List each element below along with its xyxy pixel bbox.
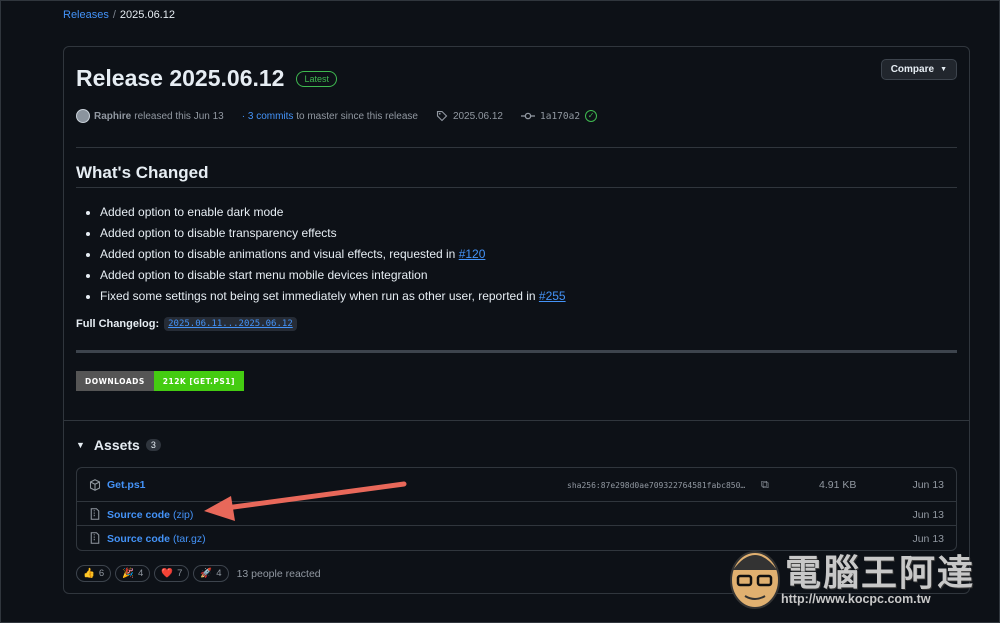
change-text: Added option to disable animations and v… xyxy=(100,247,459,261)
compare-button[interactable]: Compare ▼ xyxy=(880,59,957,80)
list-item: Added option to enable dark mode xyxy=(100,202,566,223)
asset-sha: sha256:87e298d0ae709322764581fabc850… xyxy=(567,480,746,490)
asset-size: 4.91 KB xyxy=(819,479,857,491)
changes-list: Added option to enable dark mode Added o… xyxy=(100,202,566,307)
downloads-badge-label: DOWNLOADS xyxy=(76,371,154,391)
reaction-hooray[interactable]: 🎉 4 xyxy=(115,565,151,582)
watermark-text: 電腦王阿達 xyxy=(785,552,976,593)
asset-ext: (zip) xyxy=(172,508,194,521)
file-zip-icon xyxy=(90,508,100,520)
asset-name: Source code xyxy=(107,532,171,545)
assets-toggle[interactable]: ▼ Assets 3 xyxy=(76,437,161,453)
list-item: Added option to disable start menu mobil… xyxy=(100,265,566,286)
divider xyxy=(64,420,969,421)
change-text: Added option to disable transparency eff… xyxy=(100,226,337,240)
avatar[interactable] xyxy=(76,109,90,123)
asset-row: Source code (zip) Jun 13 xyxy=(77,501,956,527)
commit-hash: 1a170a2 xyxy=(540,110,581,122)
file-zip-icon xyxy=(90,532,100,544)
chevron-down-icon: ▼ xyxy=(940,66,947,73)
asset-name: Source code xyxy=(107,508,171,521)
latest-badge: Latest xyxy=(296,70,337,87)
tag-label: 2025.06.12 xyxy=(452,110,503,122)
asset-link-get-ps1[interactable]: Get.ps1 xyxy=(107,479,146,491)
package-icon xyxy=(89,479,101,491)
reaction-count: 7 xyxy=(177,568,183,579)
release-meta: Raphire released this Jun 13 · 3 commits… xyxy=(76,109,956,123)
rocket-icon: 🚀 xyxy=(200,568,213,579)
commits-suffix: to master since this release xyxy=(296,110,418,122)
check-circle-icon: ✓ xyxy=(585,110,598,122)
asset-link-source-targz[interactable]: Source code (tar.gz) xyxy=(107,533,206,545)
divider xyxy=(76,187,957,188)
commits-info: · 3 commits to master since this release xyxy=(242,111,418,122)
heart-icon: ❤️ xyxy=(161,568,174,579)
list-item: Fixed some settings not being set immedi… xyxy=(100,286,566,307)
commit-info[interactable]: 1a170a2 ✓ xyxy=(521,110,598,122)
full-changelog: Full Changelog: 2025.06.11...2025.06.12 xyxy=(76,317,297,331)
commits-prefix: · xyxy=(241,110,246,122)
reactions-bar: 👍 6 🎉 4 ❤️ 7 🚀 4 13 people reacted xyxy=(76,565,321,582)
list-item: Added option to disable animations and v… xyxy=(100,244,566,265)
divider xyxy=(76,147,957,148)
asset-date: Jun 13 xyxy=(912,508,944,521)
mascot-icon xyxy=(730,551,780,609)
asset-ext: (tar.gz) xyxy=(172,532,206,545)
released-text: released this Jun 13 xyxy=(134,110,224,122)
change-text: Added option to enable dark mode xyxy=(100,205,284,219)
changelog-label: Full Changelog: xyxy=(76,318,160,330)
whats-changed-heading: What's Changed xyxy=(76,163,209,182)
reaction-heart[interactable]: ❤️ 7 xyxy=(154,565,190,582)
reaction-count: 6 xyxy=(98,568,105,579)
release-card: Release 2025.06.12 Latest Compare ▼ Raph… xyxy=(63,46,970,594)
change-text: Fixed some settings not being set immedi… xyxy=(100,289,539,303)
caret-down-icon: ▼ xyxy=(76,440,85,450)
reaction-count: 4 xyxy=(137,568,144,579)
breadcrumb-releases-link[interactable]: Releases xyxy=(63,9,109,21)
breadcrumb-separator: / xyxy=(112,9,116,21)
watermark-logo: 電腦王阿達 http://www.kocpc.com.tw xyxy=(725,538,993,616)
assets-count-badge: 3 xyxy=(145,439,161,451)
reactions-summary: 13 people reacted xyxy=(236,567,321,580)
assets-heading: Assets xyxy=(93,437,140,453)
downloads-badge-value: 212K [GET.PS1] xyxy=(153,371,244,391)
tag-icon xyxy=(436,110,448,122)
asset-row: Get.ps1 sha256:87e298d0ae709322764581fab… xyxy=(77,470,956,500)
issue-link-120[interactable]: #120 xyxy=(459,247,486,261)
release-title: Release 2025.06.12 xyxy=(76,65,285,91)
watermark-url: http://www.kocpc.com.tw xyxy=(781,592,931,606)
breadcrumb-current: 2025.06.12 xyxy=(119,9,175,21)
git-commit-icon xyxy=(521,112,535,120)
copy-icon[interactable]: ⧉ xyxy=(761,479,769,492)
issue-link-255[interactable]: #255 xyxy=(539,289,566,303)
party-popper-icon: 🎉 xyxy=(122,568,134,579)
reaction-count: 4 xyxy=(216,568,222,579)
release-title-row: Release 2025.06.12 Latest xyxy=(76,65,337,92)
asset-date: Jun 13 xyxy=(912,479,944,491)
changelog-link[interactable]: 2025.06.11...2025.06.12 xyxy=(164,317,297,331)
author-link[interactable]: Raphire xyxy=(94,111,131,122)
tag-info[interactable]: 2025.06.12 xyxy=(436,110,503,122)
change-text: Added option to disable start menu mobil… xyxy=(100,268,428,282)
divider xyxy=(76,350,957,353)
compare-label: Compare xyxy=(890,64,935,75)
thumbs-up-icon: 👍 xyxy=(83,568,95,579)
list-item: Added option to disable transparency eff… xyxy=(100,223,566,244)
downloads-badge[interactable]: DOWNLOADS 212K [GET.PS1] xyxy=(76,371,244,391)
asset-name: Get.ps1 xyxy=(107,479,146,491)
commits-link[interactable]: 3 commits xyxy=(248,111,294,122)
reaction-thumbs-up[interactable]: 👍 6 xyxy=(76,565,112,582)
asset-link-source-zip[interactable]: Source code (zip) xyxy=(107,509,193,521)
breadcrumb: Releases/2025.06.12 xyxy=(63,9,175,21)
reaction-rocket[interactable]: 🚀 4 xyxy=(193,565,229,582)
